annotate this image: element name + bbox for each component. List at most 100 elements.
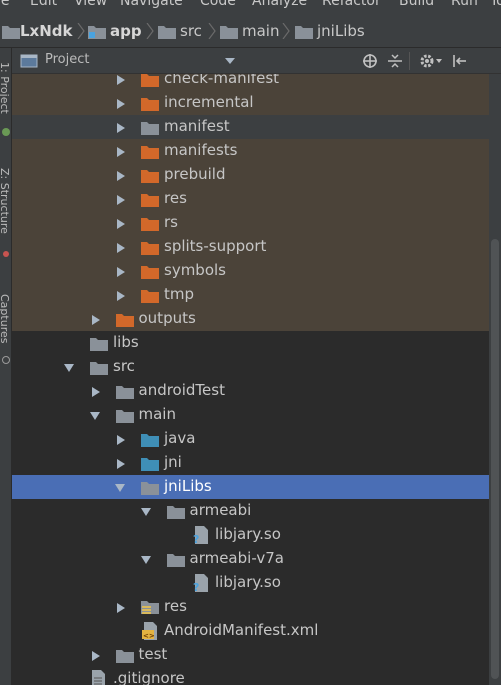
expand-right-arrow-icon[interactable] xyxy=(117,243,125,253)
breadcrumb-item-app[interactable]: app xyxy=(110,14,142,48)
tree-node-src[interactable]: src xyxy=(12,355,489,379)
tree-node-libs[interactable]: libs xyxy=(12,331,489,355)
settings-gear-icon[interactable] xyxy=(419,53,443,69)
xml-file-icon: <> xyxy=(142,622,157,640)
tree-node-label: res xyxy=(164,189,187,207)
expand-right-arrow-icon[interactable] xyxy=(117,219,125,229)
expand-right-arrow-icon[interactable] xyxy=(117,99,125,109)
tree-node-label: main xyxy=(138,405,176,423)
breadcrumb-item-lxndk[interactable]: LxNdk xyxy=(20,14,73,48)
menu-file[interactable]: File xyxy=(0,0,9,9)
tree-node-androidmanifest-xml[interactable]: <> AndroidManifest.xml xyxy=(12,619,489,643)
structure-icon xyxy=(3,251,9,257)
tree-node-res[interactable]: res xyxy=(12,187,489,211)
expand-right-arrow-icon[interactable] xyxy=(117,267,125,277)
expand-right-arrow-icon[interactable] xyxy=(117,195,125,205)
tree-node-label: check-manifest xyxy=(164,74,280,87)
hide-panel-icon[interactable] xyxy=(452,53,468,69)
expand-right-arrow-icon[interactable] xyxy=(117,435,125,445)
tree-node-icon xyxy=(141,120,159,135)
tree-node-splits-support[interactable]: splits-support xyxy=(12,235,489,259)
expand-right-arrow-icon[interactable] xyxy=(117,603,125,613)
tree-node-icon xyxy=(90,360,108,375)
tree-node-check-manifest[interactable]: check-manifest xyxy=(12,74,489,91)
tree-node-label: symbols xyxy=(164,261,226,279)
expand-right-arrow-icon[interactable] xyxy=(117,123,125,133)
android-icon xyxy=(2,128,10,136)
svg-text:?: ? xyxy=(193,581,199,592)
tree-node-label: jniLibs xyxy=(164,477,212,495)
menu-code[interactable]: Code xyxy=(200,0,236,9)
tree-node-icon xyxy=(115,408,134,423)
menu-navigate[interactable]: Navigate xyxy=(120,0,183,9)
breadcrumb-item-jnilibs[interactable]: jniLibs xyxy=(317,14,365,48)
tree-node-armeabi[interactable]: armeabi xyxy=(12,499,489,523)
folder-icon xyxy=(141,122,159,135)
breadcrumb-separator xyxy=(145,22,155,40)
menu-refactor[interactable]: Refactor xyxy=(322,0,381,9)
project-tree: check-manifest incremental manifest mani… xyxy=(12,74,489,685)
tree-node-incremental[interactable]: incremental xyxy=(12,91,489,115)
tree-node-jnilibs[interactable]: jniLibs xyxy=(12,475,489,499)
tree-node-rs[interactable]: rs xyxy=(12,211,489,235)
menu-run[interactable]: Run xyxy=(451,0,478,9)
tree-node--gitignore[interactable]: .gitignore xyxy=(12,667,489,685)
expand-right-arrow-icon[interactable] xyxy=(91,387,100,397)
expand-right-arrow-icon[interactable] xyxy=(117,171,125,181)
tree-node-label: manifests xyxy=(164,141,238,159)
tree-node-androidtest[interactable]: androidTest xyxy=(12,379,489,403)
expand-down-arrow-icon[interactable] xyxy=(115,484,125,492)
scrollbar-thumb[interactable] xyxy=(491,239,499,679)
excluded-folder-icon xyxy=(141,74,159,87)
expand-down-arrow-icon[interactable] xyxy=(140,556,151,564)
view-dropdown-icon[interactable] xyxy=(225,58,235,64)
expand-down-arrow-icon[interactable] xyxy=(89,412,100,420)
tree-node-symbols[interactable]: symbols xyxy=(12,259,489,283)
tree-node-icon xyxy=(141,288,159,303)
excluded-folder-icon xyxy=(141,98,159,111)
tree-node-prebuild[interactable]: prebuild xyxy=(12,163,489,187)
tree-node-res[interactable]: res xyxy=(12,595,489,619)
breadcrumb-item-src[interactable]: src xyxy=(180,14,202,48)
menu-view[interactable]: View xyxy=(74,0,107,9)
side-tab-project[interactable]: 1: Project xyxy=(0,62,11,114)
navigation-bar: LxNdk app src main jniLibs xyxy=(0,14,501,48)
menu-edit[interactable]: Edit xyxy=(30,0,57,9)
tree-node-main[interactable]: main xyxy=(12,403,489,427)
tree-node-tmp[interactable]: tmp xyxy=(12,283,489,307)
tree-node-icon xyxy=(141,96,159,111)
expand-right-arrow-icon[interactable] xyxy=(117,291,125,301)
tree-node-test[interactable]: test xyxy=(12,643,489,667)
project-folder-icon xyxy=(2,26,20,39)
folder-icon xyxy=(295,26,313,39)
expand-right-arrow-icon[interactable] xyxy=(117,459,125,469)
tree-node-icon xyxy=(166,504,185,519)
expand-right-arrow-icon[interactable] xyxy=(91,651,100,661)
tree-node-outputs[interactable]: outputs xyxy=(12,307,489,331)
tree-node-manifests[interactable]: manifests xyxy=(12,139,489,163)
collapse-all-icon[interactable] xyxy=(387,53,403,69)
menu-tools[interactable]: Tools xyxy=(490,0,501,9)
tree-node-libjary-so[interactable]: ? libjary.so xyxy=(12,523,489,547)
expand-right-arrow-icon[interactable] xyxy=(117,147,125,157)
vertical-scrollbar[interactable] xyxy=(489,74,501,685)
menu-build[interactable]: Build xyxy=(399,0,434,9)
scroll-from-source-icon[interactable] xyxy=(362,53,378,69)
menu-analyze[interactable]: Analyze xyxy=(252,0,307,9)
breadcrumb-item-main[interactable]: main xyxy=(242,14,279,48)
tree-node-manifest[interactable]: manifest xyxy=(12,115,489,139)
tree-node-libjary-so[interactable]: ? libjary.so xyxy=(12,571,489,595)
expand-down-arrow-icon[interactable] xyxy=(64,364,74,372)
tree-node-icon xyxy=(115,384,134,399)
breadcrumb-separator xyxy=(281,22,291,40)
expand-right-arrow-icon[interactable] xyxy=(117,75,125,85)
tree-node-armeabi-v7a[interactable]: armeabi-v7a xyxy=(12,547,489,571)
tree-node-jni[interactable]: jni xyxy=(12,451,489,475)
tree-node-java[interactable]: java xyxy=(12,427,489,451)
side-tab-captures[interactable]: Captures xyxy=(0,294,11,343)
expand-down-arrow-icon[interactable] xyxy=(140,508,151,516)
expand-right-arrow-icon[interactable] xyxy=(91,315,100,325)
tree-node-label: test xyxy=(138,645,168,663)
side-tab-structure[interactable]: Z: Structure xyxy=(0,168,11,234)
tree-node-label: armeabi-v7a xyxy=(189,549,284,567)
